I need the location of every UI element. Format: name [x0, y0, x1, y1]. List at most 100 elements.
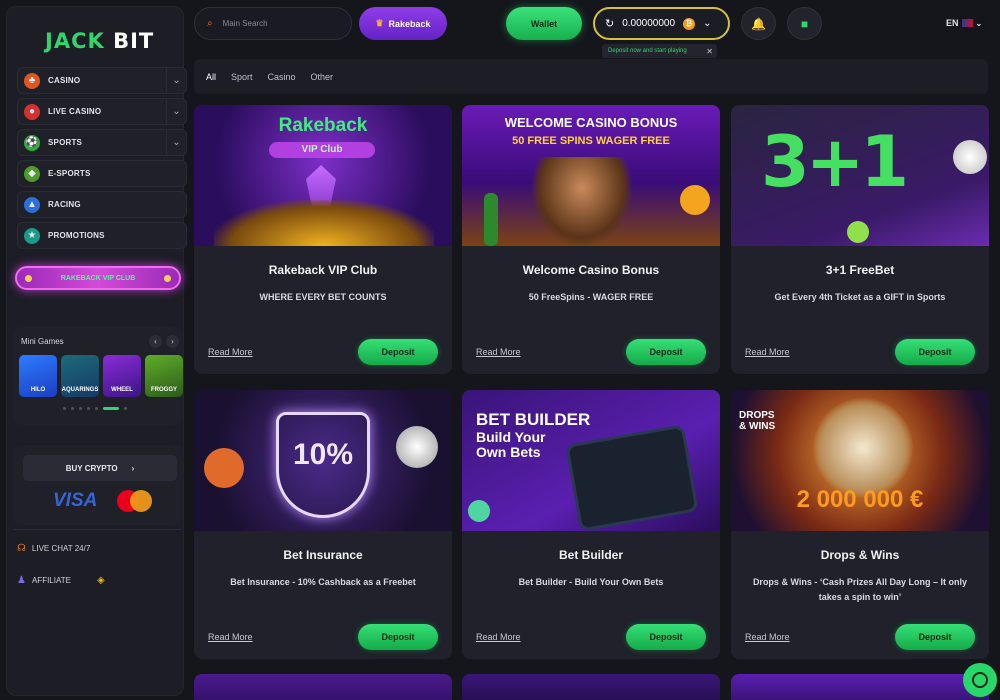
read-more-link[interactable]: Read More [208, 347, 253, 357]
affiliate-icon: ♟ [17, 575, 26, 586]
promo-banner-drops-wins[interactable]: DROPS & WINS 2 000 000 € [731, 390, 989, 531]
read-more-link[interactable]: Read More [208, 632, 253, 642]
search-input[interactable] [222, 19, 333, 28]
affiliate-label: AFFILIATE [31, 576, 71, 585]
visa-logo: VISA [53, 490, 98, 511]
wallet-button[interactable]: Wallet [506, 7, 582, 40]
deposit-button[interactable]: Deposit [895, 339, 975, 365]
filter-sport[interactable]: Sport [231, 72, 253, 82]
promo-subtitle: Bet Insurance - 10% Cashback as a Freebe… [230, 577, 416, 587]
promo-banner-welcome[interactable]: WELCOME CASINO BONUS 50 FREE SPINS WAGER… [462, 105, 720, 246]
notifications-button[interactable]: 🔔 [741, 7, 776, 40]
chevron-down-icon[interactable]: ⌄ [166, 68, 186, 93]
close-icon[interactable]: ✕ [706, 47, 713, 56]
search-bar[interactable]: ⌕ [194, 7, 352, 40]
chevron-left-icon[interactable]: ‹ [149, 335, 162, 348]
crown-icon: ♛ [375, 18, 384, 28]
refresh-icon[interactable]: ↻ [605, 17, 614, 30]
chevron-down-icon: ⌄ [703, 18, 712, 29]
pager-dot[interactable] [71, 407, 74, 410]
search-icon: ⌕ [207, 18, 213, 29]
deposit-button[interactable]: Deposit [358, 624, 438, 650]
promo-card-partial[interactable] [731, 674, 989, 700]
pager-dot[interactable] [87, 407, 90, 410]
promo-card-bet-builder: BET BUILDER Build Your Own Bets Bet Buil… [462, 390, 720, 659]
promo-filter-bar: All Sport Casino Other [194, 59, 988, 94]
sidebar-item-label: PROMOTIONS [48, 231, 105, 240]
live-chat-button[interactable] [963, 663, 997, 697]
read-more-link[interactable]: Read More [745, 347, 790, 357]
zeus-icon [813, 398, 913, 498]
sidebar-nav: ♣ CASINO ⌄ ● LIVE CASINO ⌄ ⚽ SPORTS ⌄ ◆ … [17, 67, 187, 253]
app-root: JACK BIT ♣ CASINO ⌄ ● LIVE CASINO ⌄ ⚽ SP… [0, 0, 1000, 700]
soccer-ball-icon [953, 140, 987, 174]
sidebar-item-live-casino[interactable]: ● LIVE CASINO ⌄ [17, 98, 187, 125]
mini-game-label: WHEEL [111, 387, 133, 393]
filter-other[interactable]: Other [311, 72, 334, 82]
deposit-button[interactable]: Deposit [358, 339, 438, 365]
promo-title: Rakeback VIP Club [268, 263, 378, 277]
chevron-down-icon[interactable]: ⌄ [166, 99, 186, 124]
logo[interactable]: JACK BIT [45, 29, 154, 53]
sidebar-item-promotions[interactable]: ★ PROMOTIONS [17, 222, 187, 249]
cactus-icon [484, 193, 498, 246]
tennis-ball-icon [847, 221, 869, 243]
pager-dot[interactable] [95, 407, 98, 410]
live-chat-link[interactable]: ☊ LIVE CHAT 24/7 [17, 543, 90, 554]
mini-game-hilo[interactable]: HILO [19, 355, 57, 397]
promo-banner-freebet[interactable]: 3+1 [731, 105, 989, 246]
rakeback-label: Rakeback [388, 18, 431, 29]
sidebar-item-label: LIVE CASINO [48, 107, 102, 116]
deposit-button[interactable]: Deposit [626, 339, 706, 365]
banner-headline: BET BUILDER [476, 410, 591, 429]
rakeback-button[interactable]: ♛ Rakeback [359, 7, 447, 40]
esports-icon: ◆ [24, 165, 40, 182]
pager-dot[interactable] [79, 407, 82, 410]
filter-all[interactable]: All [206, 72, 216, 82]
headset-icon: ☊ [17, 543, 26, 554]
binance-icon: ◈ [96, 575, 105, 586]
sidebar-item-casino[interactable]: ♣ CASINO ⌄ [17, 67, 187, 94]
deposit-button[interactable]: Deposit [626, 624, 706, 650]
promo-card-partial[interactable] [462, 674, 720, 700]
affiliate-link[interactable]: ♟ AFFILIATE ◈ [17, 575, 105, 586]
uk-flag-icon [961, 19, 973, 27]
mini-game-label: AQUARINGS [61, 387, 99, 393]
read-more-link[interactable]: Read More [476, 347, 521, 357]
promo-subtitle: Get Every 4th Ticket as a GIFT in Sports [774, 292, 946, 302]
promo-title: Bet Builder [558, 548, 623, 562]
mini-games-list: HILO AQUARINGS WHEEL FROGGY [19, 355, 183, 397]
mini-game-froggy[interactable]: FROGGY [145, 355, 183, 397]
promo-banner-insurance[interactable]: 10% [194, 390, 452, 531]
promo-card-bet-insurance: 10% Bet Insurance Bet Insurance - 10% Ca… [194, 390, 452, 659]
mastercard-logo [117, 490, 153, 512]
promo-banner-rakeback[interactable]: Rakeback VIP Club [194, 105, 452, 246]
balance-selector[interactable]: ↻ 0.00000000 ₿ ⌄ [593, 7, 730, 40]
pager-dot[interactable] [124, 407, 127, 410]
chevron-down-icon[interactable]: ⌄ [166, 130, 186, 155]
read-more-link[interactable]: Read More [745, 632, 790, 642]
buy-crypto-button[interactable]: BUY CRYPTO › [23, 455, 177, 481]
rakeback-vip-club-button[interactable]: RAKEBACK VIP CLUB [15, 266, 181, 290]
promo-card-partial[interactable] [194, 674, 452, 700]
banner-headline: WELCOME CASINO BONUS [504, 115, 678, 130]
sidebar-item-racing[interactable]: ▲ RACING [17, 191, 187, 218]
sidebar-item-sports[interactable]: ⚽ SPORTS ⌄ [17, 129, 187, 156]
sidebar-item-esports[interactable]: ◆ E-SPORTS [17, 160, 187, 187]
pager-dot[interactable] [63, 407, 66, 410]
mini-game-wheel[interactable]: WHEEL [103, 355, 141, 397]
chevron-right-icon[interactable]: › [166, 335, 179, 348]
promo-subtitle: WHERE EVERY BET COUNTS [259, 292, 387, 302]
mini-game-aquarings[interactable]: AQUARINGS [61, 355, 99, 397]
read-more-link[interactable]: Read More [476, 632, 521, 642]
filter-casino[interactable]: Casino [268, 72, 296, 82]
coin-icon [164, 275, 171, 282]
deposit-button[interactable]: Deposit [895, 624, 975, 650]
promo-banner-bet-builder[interactable]: BET BUILDER Build Your Own Bets [462, 390, 720, 531]
language-selector[interactable]: EN ⌄ [946, 18, 982, 28]
chevron-right-icon: › [131, 463, 135, 473]
gift-button[interactable]: ■ [787, 7, 822, 40]
logo-right-text: BIT [113, 29, 155, 53]
pager-dot-active[interactable] [103, 407, 119, 410]
wallet-label: Wallet [530, 18, 558, 29]
